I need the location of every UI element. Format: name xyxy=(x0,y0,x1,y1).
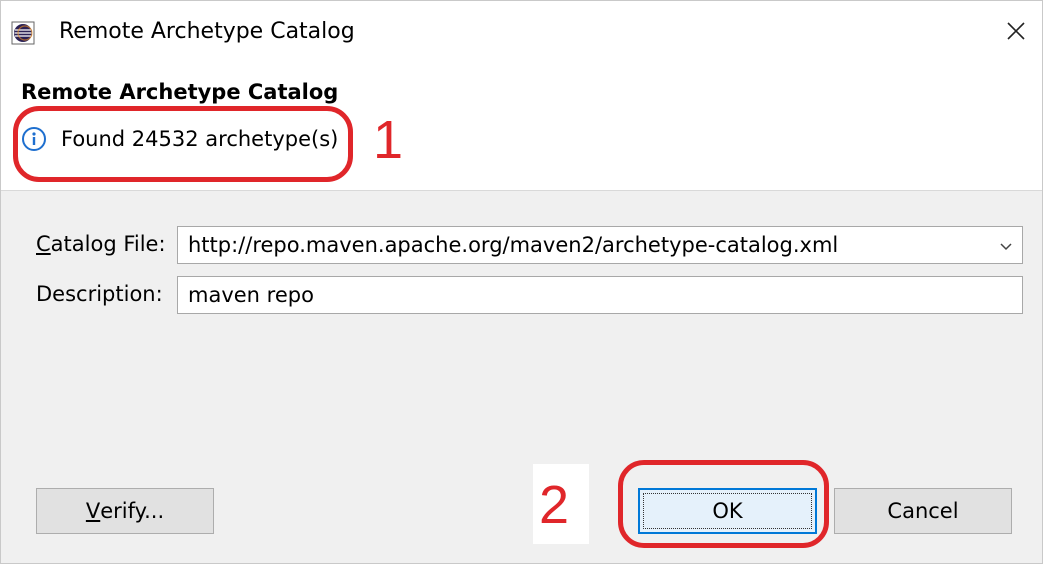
annotation-circle-2 xyxy=(618,460,829,548)
annotation-number-1: 1 xyxy=(373,110,404,170)
annotation-number-2: 2 xyxy=(539,475,570,535)
window-title: Remote Archetype Catalog xyxy=(59,19,355,44)
catalog-file-value: http://repo.maven.apache.org/maven2/arch… xyxy=(188,233,839,257)
description-value: maven repo xyxy=(188,283,314,307)
description-field[interactable]: maven repo xyxy=(177,276,1023,314)
description-label: Description: xyxy=(36,282,163,306)
eclipse-app-icon xyxy=(11,21,35,45)
catalog-file-mnemonic: C xyxy=(36,232,51,256)
close-button[interactable] xyxy=(996,11,1036,51)
title-bar: Remote Archetype Catalog xyxy=(1,1,1042,66)
annotation-circle-1 xyxy=(13,106,353,182)
catalog-file-label-rest: atalog File: xyxy=(50,232,166,256)
cancel-label: Cancel xyxy=(887,499,959,523)
remote-archetype-catalog-dialog: Remote Archetype Catalog Remote Archetyp… xyxy=(0,0,1043,564)
dialog-body: Catalog File: http://repo.maven.apache.o… xyxy=(1,191,1042,563)
header-title: Remote Archetype Catalog xyxy=(21,80,339,104)
chevron-down-icon[interactable] xyxy=(996,236,1016,256)
verify-label-rest: erify... xyxy=(100,499,165,523)
catalog-file-label: Catalog File: xyxy=(36,232,166,256)
catalog-file-combo[interactable]: http://repo.maven.apache.org/maven2/arch… xyxy=(177,226,1023,264)
close-icon xyxy=(1007,22,1025,40)
verify-mnemonic: V xyxy=(85,499,101,523)
verify-button[interactable]: Verify... xyxy=(36,488,214,534)
cancel-button[interactable]: Cancel xyxy=(834,488,1012,534)
